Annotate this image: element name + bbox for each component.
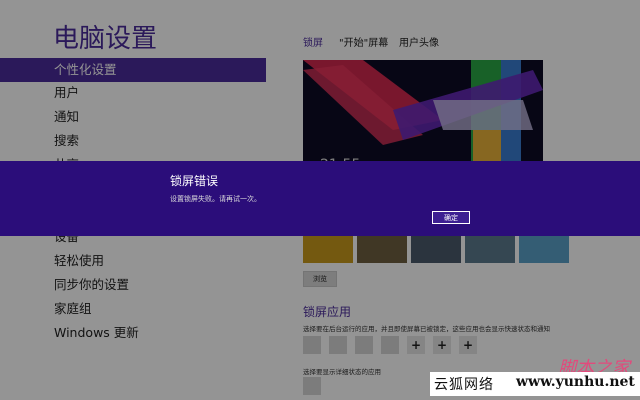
site-watermark: 脚本之家 云狐网络 www.yunhu.net <box>430 358 640 400</box>
watermark-site-name: 云狐网络 <box>434 377 494 393</box>
dialog-title: 锁屏错误 <box>170 174 219 188</box>
dialog-ok-button[interactable]: 确定 <box>432 211 470 224</box>
watermark-bar: 云狐网络 www.yunhu.net <box>430 372 640 396</box>
dialog-message: 设置锁屏失败。请再试一次。 <box>170 195 261 203</box>
watermark-url: www.yunhu.net <box>516 374 635 390</box>
error-dialog: 锁屏错误 设置锁屏失败。请再试一次。 确定 <box>0 161 640 236</box>
